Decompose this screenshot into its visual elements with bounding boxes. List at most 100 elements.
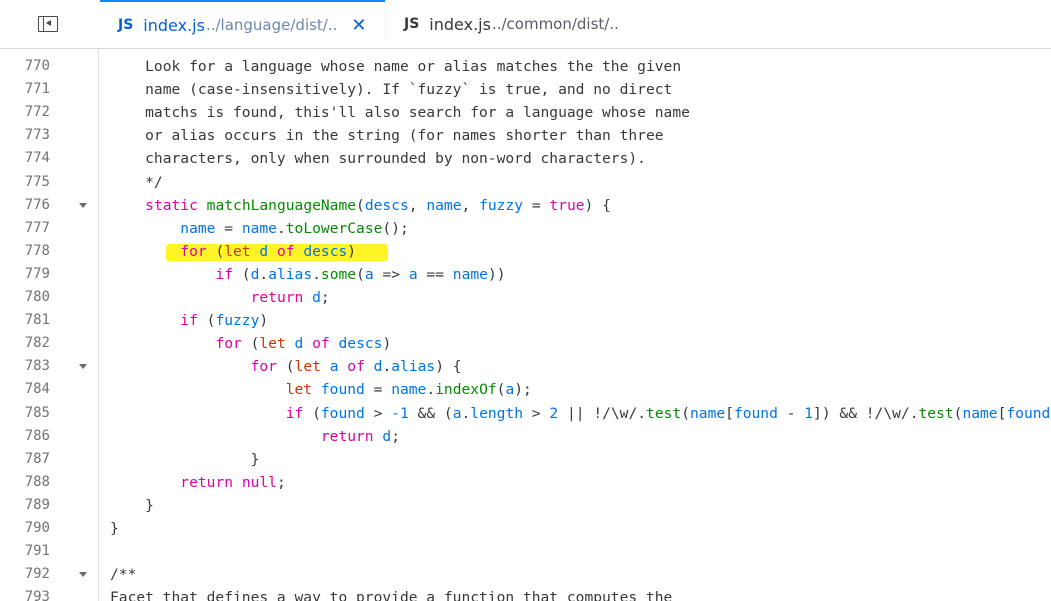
- code-line[interactable]: 788 return null;: [0, 471, 1051, 494]
- line-number[interactable]: 785: [0, 402, 50, 425]
- code-token: ) {: [435, 358, 462, 376]
- code-token: if: [180, 312, 198, 330]
- code-token: of: [347, 358, 365, 376]
- code-token: d: [382, 427, 392, 445]
- line-number[interactable]: 786: [0, 425, 50, 448]
- close-icon[interactable]: ✕: [351, 15, 366, 36]
- line-number[interactable]: 775: [0, 171, 50, 194]
- code-line[interactable]: 777 name = name.toLowerCase();: [0, 217, 1051, 240]
- code-text: }: [110, 517, 119, 540]
- code-line[interactable]: 771 name (case-insensitively). If `fuzzy…: [0, 78, 1051, 101]
- code-line[interactable]: 779 if (d.alias.some(a => a == name)): [0, 263, 1051, 286]
- code-line[interactable]: 778 for (let d of descs): [0, 240, 1051, 263]
- code-line[interactable]: 783 for (let a of d.alias) {: [0, 355, 1051, 378]
- code-line[interactable]: 770 Look for a language whose name or al…: [0, 55, 1051, 78]
- code-token: a: [452, 404, 462, 422]
- line-number[interactable]: 791: [0, 540, 50, 563]
- code-token: (: [233, 265, 251, 283]
- code-line[interactable]: 780 return d;: [0, 286, 1051, 309]
- tab-index-js-language[interactable]: JS index.js ../language/dist/.. ✕: [100, 0, 385, 48]
- code-token: for: [250, 358, 277, 376]
- code-token: some: [320, 265, 357, 283]
- code-token: (: [681, 404, 690, 422]
- code-token: */: [110, 173, 163, 191]
- code-token: name: [426, 196, 462, 214]
- tab-bar: JS index.js ../language/dist/.. ✕ JS ind…: [0, 0, 1051, 49]
- code-token: [: [725, 404, 734, 422]
- line-number[interactable]: 793: [0, 586, 50, 601]
- line-number[interactable]: 783: [0, 355, 50, 378]
- line-number[interactable]: 773: [0, 124, 50, 147]
- code-token: return: [180, 473, 234, 491]
- sidebar-toggle-icon[interactable]: [38, 16, 58, 32]
- code-line[interactable]: 791: [0, 540, 1051, 563]
- line-number[interactable]: 778: [0, 240, 50, 263]
- code-line[interactable]: 775 */: [0, 171, 1051, 194]
- line-number[interactable]: 770: [0, 55, 50, 78]
- line-number[interactable]: 776: [0, 194, 50, 217]
- code-token: fuzzy: [215, 312, 260, 330]
- code-token: descs: [364, 196, 409, 214]
- line-number[interactable]: 789: [0, 494, 50, 517]
- code-token: =: [523, 196, 550, 214]
- line-number[interactable]: 777: [0, 217, 50, 240]
- code-token: ): [347, 242, 357, 260]
- code-token: test: [918, 404, 954, 422]
- code-line[interactable]: 792 /**: [0, 563, 1051, 586]
- tab-index-js-common[interactable]: JS index.js ../common/dist/..: [386, 0, 656, 48]
- code-line[interactable]: 786 return d;: [0, 425, 1051, 448]
- line-number[interactable]: 792: [0, 563, 50, 586]
- code-token: descs: [338, 335, 383, 353]
- code-token: }: [110, 520, 119, 537]
- line-number[interactable]: 781: [0, 309, 50, 332]
- chevron-down-icon[interactable]: [79, 202, 87, 208]
- code-text: if (fuzzy): [110, 309, 268, 332]
- code-token: return: [250, 289, 304, 306]
- line-number[interactable]: 774: [0, 147, 50, 170]
- code-line[interactable]: 784 let found = name.indexOf(a);: [0, 378, 1051, 401]
- chevron-down-icon[interactable]: [79, 364, 87, 370]
- code-line[interactable]: 781 if (fuzzy): [0, 309, 1051, 332]
- line-number[interactable]: 784: [0, 378, 50, 401]
- code-line[interactable]: 776 static matchLanguageName(descs, name…: [0, 194, 1051, 217]
- line-number[interactable]: 788: [0, 471, 50, 494]
- line-number[interactable]: 782: [0, 332, 50, 355]
- code-line[interactable]: 790}: [0, 517, 1051, 540]
- code-token: let: [259, 335, 286, 353]
- code-token: ]) && !/\w/.: [813, 404, 919, 422]
- line-number[interactable]: 780: [0, 286, 50, 309]
- code-token: .: [461, 404, 471, 422]
- code-line[interactable]: 772 matchs is found, this'll also search…: [0, 101, 1051, 124]
- code-token: (: [356, 196, 365, 214]
- code-token: }: [110, 496, 154, 514]
- code-line[interactable]: 782 for (let d of descs): [0, 332, 1051, 355]
- code-token: (: [276, 358, 295, 376]
- code-editor[interactable]: 769 *770 Look for a language whose name …: [0, 49, 1051, 601]
- code-line[interactable]: 789 }: [0, 494, 1051, 517]
- code-line[interactable]: 785 if (found > -1 && (a.length > 2 || !…: [0, 402, 1051, 425]
- code-token: Facet that defines a way to provide a fu…: [110, 589, 673, 601]
- line-number[interactable]: 787: [0, 448, 50, 471]
- code-line[interactable]: 773 or alias occurs in the string (for n…: [0, 124, 1051, 147]
- code-token: -: [777, 404, 805, 422]
- code-token: name: [391, 381, 427, 399]
- line-number[interactable]: 772: [0, 101, 50, 124]
- code-line[interactable]: 793 Facet that defines a way to provide a…: [0, 586, 1051, 601]
- code-token: descs: [303, 242, 348, 260]
- code-token: alias: [391, 358, 436, 376]
- line-number[interactable]: 790: [0, 517, 50, 540]
- code-token: ;: [320, 289, 330, 306]
- line-number[interactable]: 779: [0, 263, 50, 286]
- code-line[interactable]: 774 characters, only when surrounded by …: [0, 147, 1051, 170]
- code-text: for (let d of descs): [110, 240, 356, 263]
- code-token: found: [1006, 404, 1051, 422]
- chevron-down-icon[interactable]: [79, 572, 87, 578]
- code-line[interactable]: 787 }: [0, 448, 1051, 471]
- line-number[interactable]: 771: [0, 78, 50, 101]
- code-text: matchs is found, this'll also search for…: [110, 101, 690, 124]
